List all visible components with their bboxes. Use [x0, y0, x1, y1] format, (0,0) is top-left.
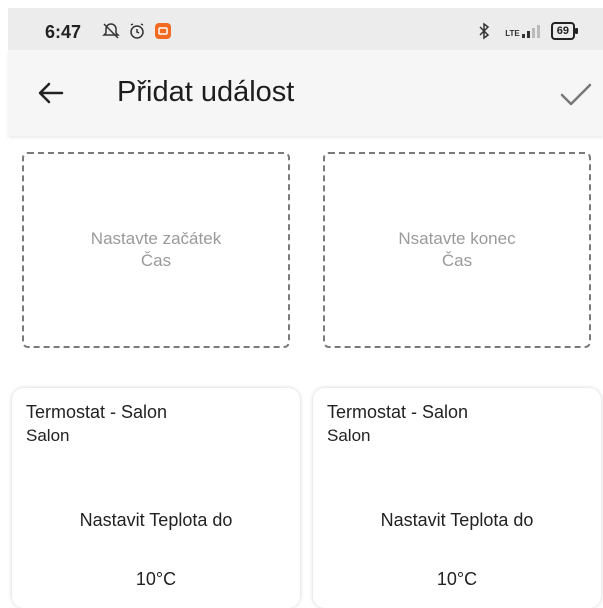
card-device-name: Termostat - Salon	[327, 402, 469, 422]
network-type: LTE	[505, 29, 520, 38]
bluetooth-icon	[477, 22, 495, 40]
status-time: 6:47	[45, 22, 82, 42]
status-icons-right: LTE 69	[477, 22, 579, 40]
end-time-picker[interactable]: Nsatavte konec Čas	[323, 152, 591, 348]
end-action-card[interactable]: Termostat - Salon Salon Nastavit Teplota…	[313, 388, 601, 608]
alarm-icon	[128, 22, 146, 40]
back-arrow-icon[interactable]	[35, 77, 67, 109]
start-action-card[interactable]: Termostat - Salon Salon Nastavit Teplota…	[12, 388, 300, 608]
end-time-sublabel: Čas	[441, 251, 473, 270]
start-time-label: Nastavte začátek	[90, 229, 222, 248]
app-bar: Přidat událost	[8, 50, 603, 136]
card-room-name: Salon	[327, 426, 371, 445]
card-temperature-value[interactable]: 10°C	[12, 569, 300, 590]
battery-icon: 69	[550, 22, 579, 40]
status-bar: 6:47 LTE 69	[8, 8, 603, 50]
app-notification-icon	[154, 22, 172, 40]
card-temperature-value[interactable]: 10°C	[313, 569, 601, 590]
signal-icon: LTE	[505, 24, 541, 38]
start-time-sublabel: Čas	[140, 251, 172, 270]
page-title: Přidat událost	[117, 76, 295, 108]
card-room-name: Salon	[26, 426, 70, 445]
status-icons-left	[102, 22, 172, 40]
card-action-label: Nastavit Teplota do	[79, 510, 233, 530]
end-time-label: Nsatavte konec	[398, 229, 516, 248]
card-device-name: Termostat - Salon	[26, 402, 168, 422]
check-icon[interactable]	[559, 77, 593, 111]
start-time-picker[interactable]: Nastavte začátek Čas	[22, 152, 290, 348]
card-action-label: Nastavit Teplota do	[380, 510, 534, 530]
muted-notification-icon	[102, 22, 120, 40]
